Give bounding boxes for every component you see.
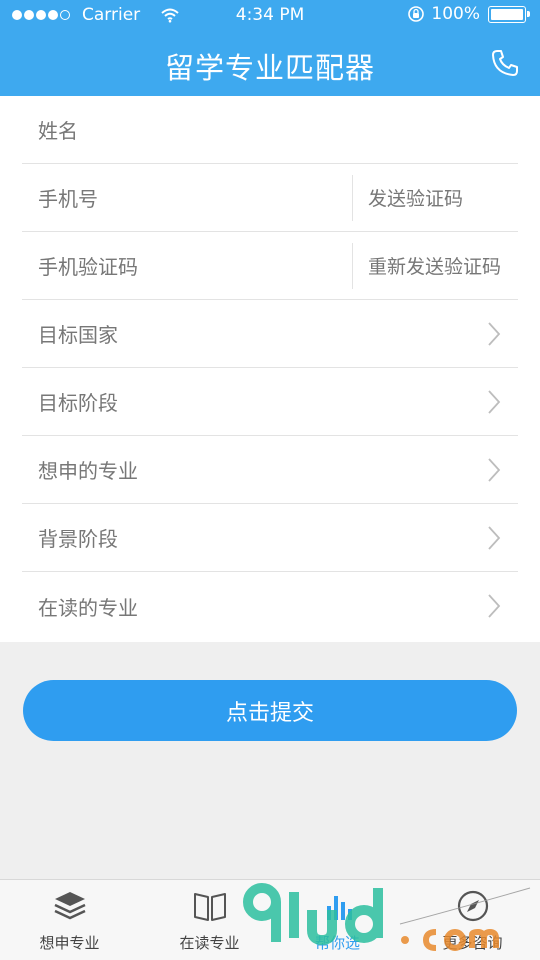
status-bar: Carrier 4:34 PM 100% xyxy=(0,0,540,32)
orientation-lock-icon xyxy=(408,6,425,22)
chevron-right-icon xyxy=(488,594,501,618)
name-field[interactable]: 姓名 xyxy=(22,96,518,164)
background-stage-select[interactable]: 背景阶段 xyxy=(22,504,518,572)
chevron-right-icon xyxy=(488,457,501,482)
desired-major-select[interactable]: 想申的专业 xyxy=(22,436,518,504)
tab-label: 想申专业 xyxy=(39,934,100,952)
battery-percent: 100% xyxy=(431,4,480,24)
chevron-right-icon xyxy=(488,389,501,414)
compass-icon xyxy=(457,890,488,922)
code-field[interactable]: 手机验证码 重新发送验证码 xyxy=(22,232,518,300)
tab-help-choose[interactable]: 帮你选 xyxy=(270,888,405,953)
target-stage-select[interactable]: 目标阶段 xyxy=(22,368,518,436)
tab-bar: 想申专业 在读专业 帮你选 更多咨询 xyxy=(0,879,540,960)
battery-icon xyxy=(488,5,530,23)
desired-major-label: 想申的专业 xyxy=(38,459,138,483)
tab-desired-major[interactable]: 想申专业 xyxy=(2,888,137,953)
layers-icon xyxy=(53,892,86,920)
chart-icon xyxy=(326,896,352,920)
book-icon xyxy=(193,893,226,921)
app-header: Carrier 4:34 PM 100% 留学专业匹配器 xyxy=(0,0,540,96)
target-stage-label: 目标阶段 xyxy=(38,391,118,415)
submit-button[interactable]: 点击提交 xyxy=(23,680,517,741)
resend-code-button[interactable]: 重新发送验证码 xyxy=(352,242,518,289)
chevron-right-icon xyxy=(488,525,501,550)
target-country-label: 目标国家 xyxy=(38,323,118,347)
send-code-button[interactable]: 发送验证码 xyxy=(352,174,518,221)
tab-label: 帮你选 xyxy=(314,934,360,952)
code-label: 手机验证码 xyxy=(38,255,138,279)
current-major-label: 在读的专业 xyxy=(38,595,138,620)
phone-icon[interactable] xyxy=(490,48,520,78)
chevron-right-icon xyxy=(488,321,501,346)
name-label: 姓名 xyxy=(38,119,78,143)
tab-label: 在读专业 xyxy=(179,934,240,952)
page-title: 留学专业匹配器 xyxy=(164,51,375,85)
tab-label: 更多咨询 xyxy=(442,934,503,952)
tab-more-consult[interactable]: 更多咨询 xyxy=(405,888,540,953)
status-right: 100% xyxy=(407,4,530,24)
target-country-select[interactable]: 目标国家 xyxy=(22,300,518,368)
background-stage-label: 背景阶段 xyxy=(38,527,118,551)
tab-current-major[interactable]: 在读专业 xyxy=(142,888,277,953)
phone-field[interactable]: 手机号 发送验证码 xyxy=(22,164,518,232)
phone-label: 手机号 xyxy=(38,187,98,211)
current-major-select[interactable]: 在读的专业 xyxy=(22,572,518,640)
application-form: 姓名 手机号 发送验证码 手机验证码 重新发送验证码 目标国家 目标阶段 想申的… xyxy=(0,96,540,642)
